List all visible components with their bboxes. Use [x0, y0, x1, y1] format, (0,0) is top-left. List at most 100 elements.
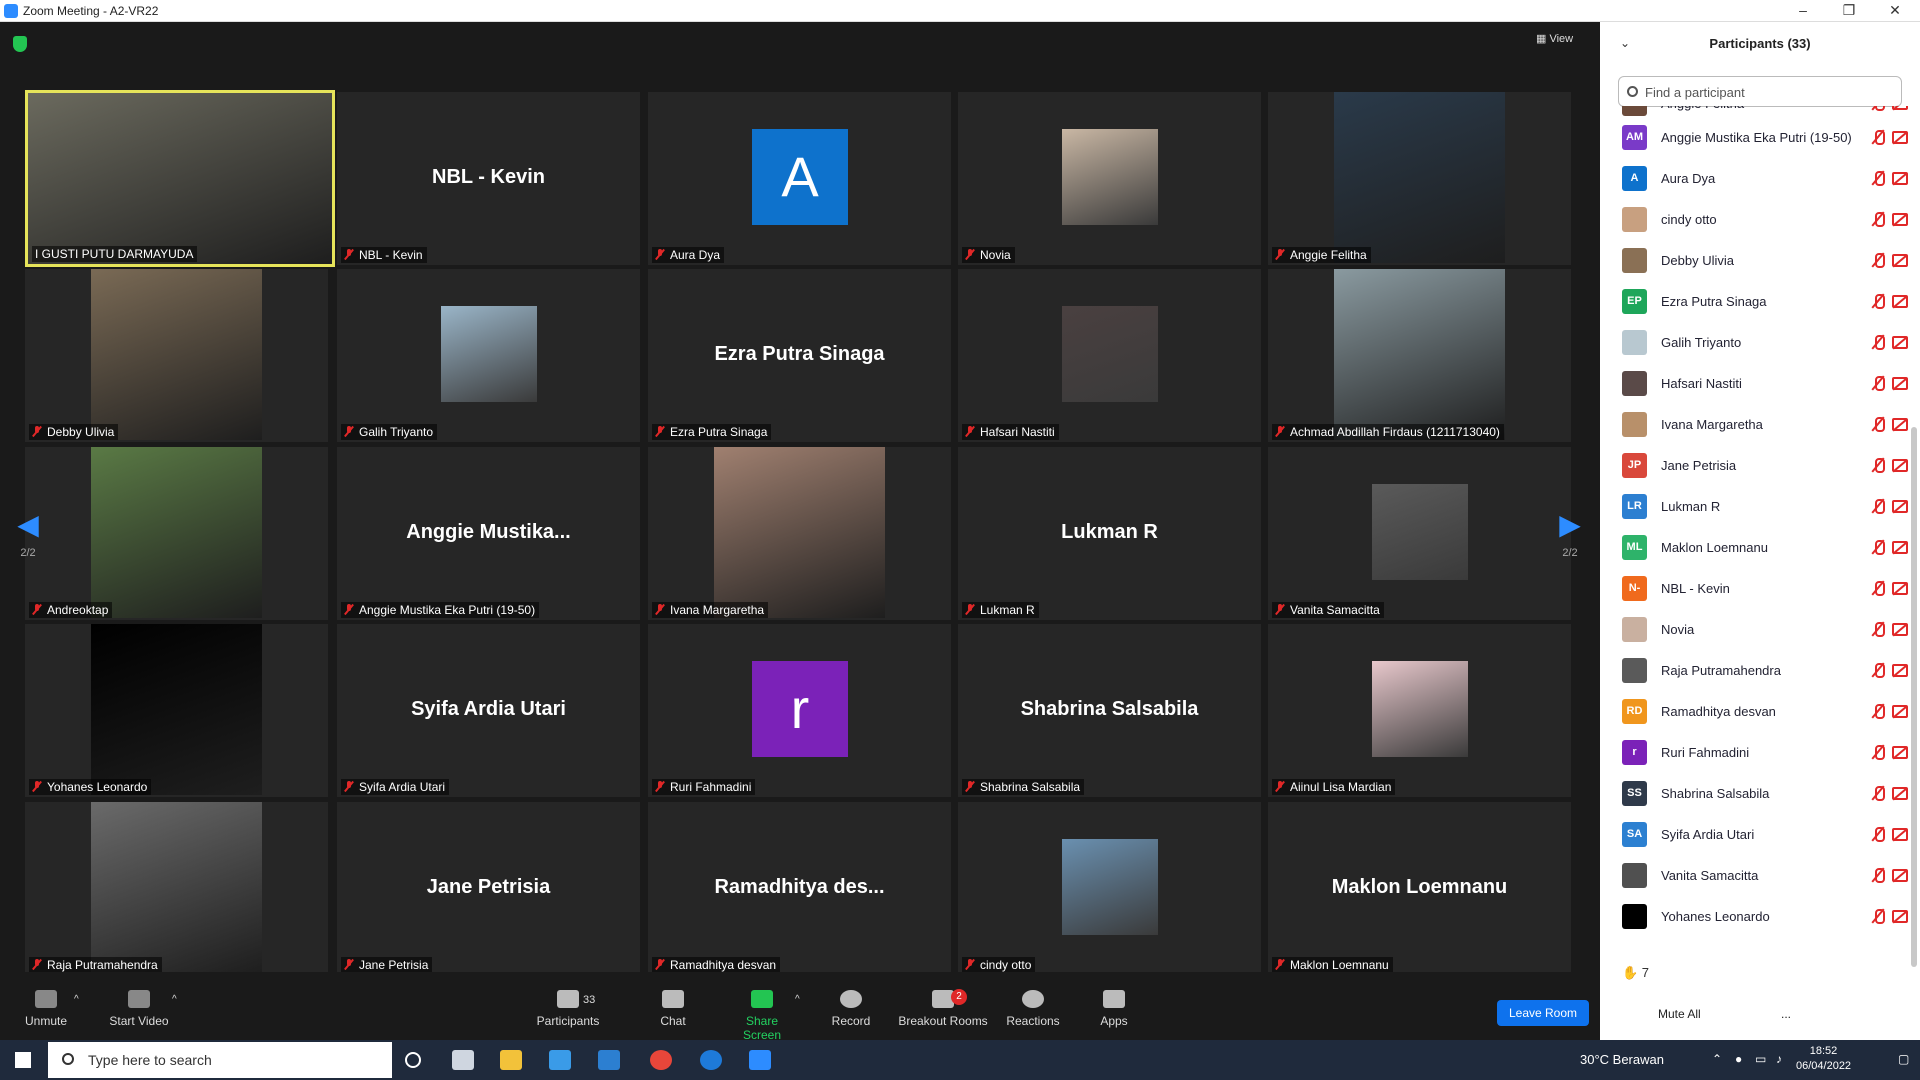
video-tile[interactable]: Galih Triyanto	[337, 269, 640, 442]
video-tile[interactable]: cindy otto	[958, 802, 1261, 975]
clock-time: 18:52	[1809, 1045, 1838, 1057]
video-tile[interactable]: Jane Petrisia Jane Petrisia	[337, 802, 640, 975]
participant-row[interactable]: N- NBL - Kevin	[1600, 568, 1920, 609]
reactions-button[interactable]: Reactions	[1006, 990, 1060, 1028]
participant-row[interactable]: Raja Putramahendra	[1600, 650, 1920, 691]
page-right-arrow[interactable]: ▶ 2/2	[1550, 508, 1590, 588]
participant-row[interactable]: JP Jane Petrisia	[1600, 445, 1920, 486]
participant-row[interactable]: RD Ramadhitya desvan	[1600, 691, 1920, 732]
more-options-button[interactable]: ...	[1781, 1007, 1803, 1021]
video-tile[interactable]: Ezra Putra Sinaga Ezra Putra Sinaga	[648, 269, 951, 442]
video-tile[interactable]: Anggie Mustika... Anggie Mustika Eka Putr…	[337, 447, 640, 620]
video-options-caret[interactable]: ^	[172, 994, 177, 1005]
video-tile[interactable]: Hafsari Nastiti	[958, 269, 1261, 442]
video-tile[interactable]: Raja Putramahendra	[25, 802, 328, 975]
video-off-icon	[1892, 787, 1908, 800]
taskbar-clock[interactable]: 18:52 06/04/2022	[1796, 1044, 1851, 1074]
encryption-shield-icon[interactable]	[13, 36, 27, 52]
share-screen-button[interactable]: Share Screen	[726, 990, 798, 1042]
participant-display-name: Ezra Putra Sinaga	[714, 343, 885, 365]
participant-name: Achmad Abdillah Firdaus (1211713040)	[1290, 425, 1500, 439]
video-tile[interactable]: Achmad Abdillah Firdaus (1211713040)	[1268, 269, 1571, 442]
video-tile[interactable]: Maklon Loemnanu Maklon Loemnanu	[1268, 802, 1571, 975]
teamviewer-icon[interactable]	[700, 1050, 722, 1070]
minimize-button[interactable]: –	[1780, 0, 1826, 22]
tray-chevron-icon[interactable]: ⌃	[1712, 1052, 1722, 1066]
participant-name-label: Novia	[962, 247, 1015, 263]
participant-row[interactable]: Yohanes Leonardo	[1600, 896, 1920, 937]
participant-row[interactable]: Hafsari Nastiti	[1600, 363, 1920, 404]
video-tile[interactable]: Aiinul Lisa Mardian	[1268, 624, 1571, 797]
start-video-button[interactable]: Start Video	[104, 990, 174, 1028]
breakout-rooms-button[interactable]: Breakout Rooms	[898, 990, 988, 1028]
participant-row[interactable]: A Aura Dya	[1600, 158, 1920, 199]
apps-button[interactable]: Apps	[1100, 990, 1128, 1028]
video-tile[interactable]: Vanita Samacitta	[1268, 447, 1571, 620]
video-tile[interactable]: Yohanes Leonardo	[25, 624, 328, 797]
video-tile[interactable]: Syifa Ardia Utari Syifa Ardia Utari	[337, 624, 640, 797]
audio-options-caret[interactable]: ^	[74, 994, 79, 1005]
clock-date: 06/04/2022	[1796, 1060, 1852, 1072]
windows-start-icon[interactable]	[15, 1052, 31, 1068]
video-tile[interactable]: Novia	[958, 92, 1261, 265]
video-tile[interactable]: I GUSTI PUTU DARMAYUDA	[25, 90, 335, 267]
video-tile[interactable]: Debby Ulivia	[25, 269, 328, 442]
participant-list-scrollbar[interactable]	[1911, 427, 1917, 967]
muted-mic-icon	[1871, 786, 1885, 802]
video-tile[interactable]: Lukman R Lukman R	[958, 447, 1261, 620]
participant-row[interactable]: SS Shabrina Salsabila	[1600, 773, 1920, 814]
muted-mic-icon	[1871, 212, 1885, 228]
taskbar-search-box[interactable]: Type here to search	[48, 1042, 392, 1078]
task-view-icon[interactable]	[452, 1050, 474, 1070]
participant-row[interactable]: AM Anggie Mustika Eka Putri (19-50)	[1600, 117, 1920, 158]
mail-icon[interactable]	[598, 1050, 620, 1070]
chat-button[interactable]: Chat	[660, 990, 686, 1028]
participant-row[interactable]: ML Maklon Loemnanu	[1600, 527, 1920, 568]
share-options-caret[interactable]: ^	[795, 994, 800, 1005]
participant-row[interactable]: SA Syifa Ardia Utari	[1600, 814, 1920, 855]
leave-room-button[interactable]: Leave Room	[1497, 1000, 1589, 1026]
zoom-taskbar-icon[interactable]	[749, 1050, 771, 1070]
participant-row[interactable]: Debby Ulivia	[1600, 240, 1920, 281]
video-off-icon	[1892, 418, 1908, 431]
network-icon[interactable]: ▭	[1755, 1052, 1766, 1066]
mic-tray-icon[interactable]: ●	[1735, 1052, 1742, 1066]
video-tile[interactable]: Andreoktap	[25, 447, 328, 620]
maximize-button[interactable]: ❐	[1826, 0, 1872, 22]
volume-icon[interactable]: ♪	[1776, 1052, 1782, 1066]
close-button[interactable]: ✕	[1872, 0, 1918, 22]
participant-row[interactable]: EP Ezra Putra Sinaga	[1600, 281, 1920, 322]
participant-row[interactable]: Vanita Samacitta	[1600, 855, 1920, 896]
unmute-button[interactable]: Unmute	[22, 990, 70, 1028]
view-button[interactable]: ▦ View	[1536, 32, 1573, 45]
video-tile[interactable]: NBL - Kevin NBL - Kevin	[337, 92, 640, 265]
participant-list-name: Jane Petrisia	[1661, 458, 1737, 473]
cortana-icon[interactable]	[405, 1052, 421, 1068]
page-indicator-right: 2/2	[1562, 547, 1578, 559]
window-titlebar: Zoom Meeting - A2-VR22 – ❐ ✕	[0, 0, 1920, 22]
chrome-icon[interactable]	[650, 1050, 672, 1070]
store-icon[interactable]	[549, 1050, 571, 1070]
weather-widget[interactable]: 30°C Berawan	[1580, 1052, 1664, 1067]
participant-name: Debby Ulivia	[47, 425, 115, 439]
file-explorer-icon[interactable]	[500, 1050, 522, 1070]
participant-row[interactable]: Novia	[1600, 609, 1920, 650]
mute-all-button[interactable]: Mute All	[1658, 1007, 1701, 1021]
meeting-toolbar: Unmute ^ Start Video ^ Participants 33 C…	[0, 972, 1600, 1042]
participant-row[interactable]: Ivana Margaretha	[1600, 404, 1920, 445]
participant-row[interactable]: Galih Triyanto	[1600, 322, 1920, 363]
video-tile[interactable]: Ivana Margaretha	[648, 447, 951, 620]
video-tile[interactable]: r Ruri Fahmadini	[648, 624, 951, 797]
notifications-icon[interactable]: ▢	[1898, 1052, 1909, 1066]
participant-list-name: Hafsari Nastiti	[1661, 376, 1742, 391]
video-tile[interactable]: Shabrina Salsabila Shabrina Salsabila	[958, 624, 1261, 797]
video-tile[interactable]: A Aura Dya	[648, 92, 951, 265]
participant-row[interactable]: cindy otto	[1600, 199, 1920, 240]
video-tile[interactable]: Ramadhitya des... Ramadhitya desvan	[648, 802, 951, 975]
participant-row[interactable]: r Ruri Fahmadini	[1600, 732, 1920, 773]
page-left-arrow[interactable]: ◀ 2/2	[8, 508, 48, 588]
participant-search-input[interactable]: Find a participant	[1618, 76, 1902, 107]
participant-row[interactable]: LR Lukman R	[1600, 486, 1920, 527]
record-button[interactable]: Record	[829, 990, 873, 1028]
video-tile[interactable]: Anggie Felitha	[1268, 92, 1571, 265]
